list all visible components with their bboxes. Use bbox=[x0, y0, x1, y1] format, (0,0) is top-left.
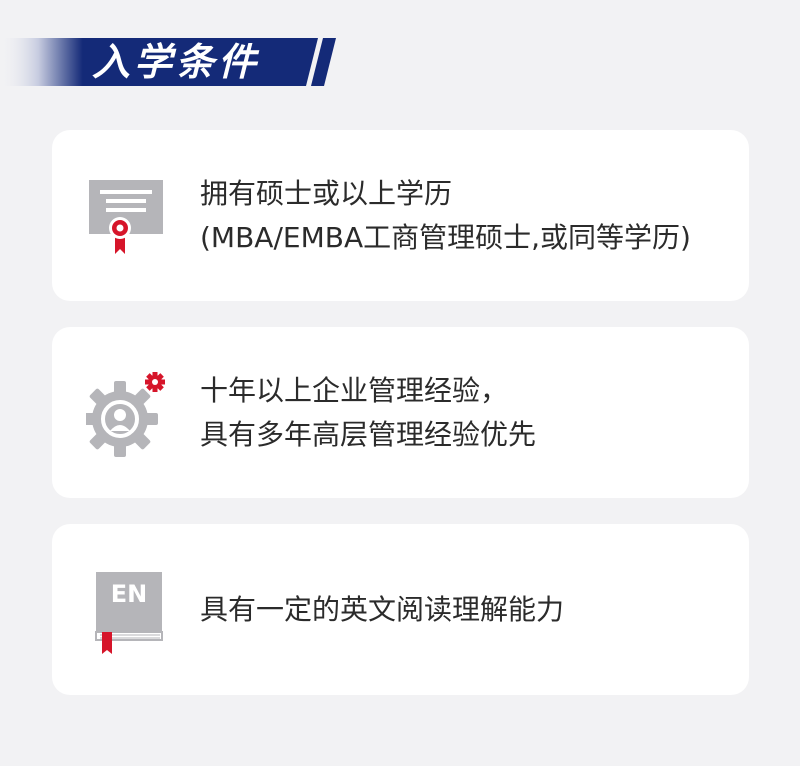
requirement-card-experience: 十年以上企业管理经验， 具有多年高层管理经验优先 bbox=[52, 327, 749, 498]
requirement-line: 具有多年高层管理经验优先 bbox=[200, 417, 537, 451]
requirement-text: 十年以上企业管理经验， 具有多年高层管理经验优先 bbox=[200, 327, 536, 498]
page-title: 入学条件 bbox=[92, 40, 261, 84]
requirement-line: 拥有硕士或以上学历 bbox=[200, 176, 453, 210]
requirement-card-english: EN 具有一定的英文阅读理解能力 bbox=[52, 524, 749, 695]
manager-gear-icon bbox=[82, 371, 172, 457]
requirement-line: 十年以上企业管理经验， bbox=[200, 373, 509, 407]
section-header-banner: 入学条件 bbox=[0, 38, 340, 86]
requirement-text: 具有一定的英文阅读理解能力 bbox=[200, 524, 564, 695]
requirement-text: 拥有硕士或以上学历 (MBA/EMBA工商管理硕士,或同等学历) bbox=[200, 130, 691, 301]
english-book-icon: EN bbox=[86, 568, 172, 654]
requirement-card-degree: 拥有硕士或以上学历 (MBA/EMBA工商管理硕士,或同等学历) bbox=[52, 130, 749, 301]
requirement-line: 具有一定的英文阅读理解能力 bbox=[200, 592, 565, 626]
requirement-line: (MBA/EMBA工商管理硕士,或同等学历) bbox=[200, 220, 691, 254]
certificate-icon bbox=[86, 174, 172, 260]
book-badge-text: EN bbox=[111, 580, 147, 608]
